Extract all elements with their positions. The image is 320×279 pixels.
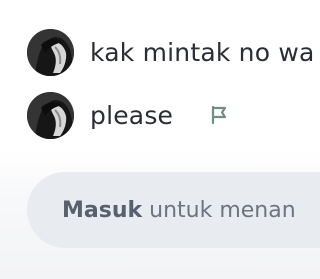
avatar-image: [27, 91, 74, 139]
report-flag-button[interactable]: [207, 102, 233, 128]
comment-text: please: [90, 100, 174, 130]
avatar-image: [27, 28, 74, 76]
comment-item: kak mintak no wa: [27, 27, 315, 77]
flag-icon: [212, 105, 227, 125]
user-avatar[interactable]: [27, 91, 74, 139]
comment-input-prompt: untuk menan: [149, 197, 296, 223]
user-avatar[interactable]: [27, 28, 74, 76]
comment-input[interactable]: Masuk untuk menan: [27, 172, 320, 248]
comments-panel: kak mintak no wa please Masuk untuk mena…: [0, 0, 320, 279]
login-link[interactable]: Masuk: [62, 198, 142, 223]
comment-item: please: [27, 90, 233, 140]
comment-text: kak mintak no wa: [90, 37, 315, 67]
